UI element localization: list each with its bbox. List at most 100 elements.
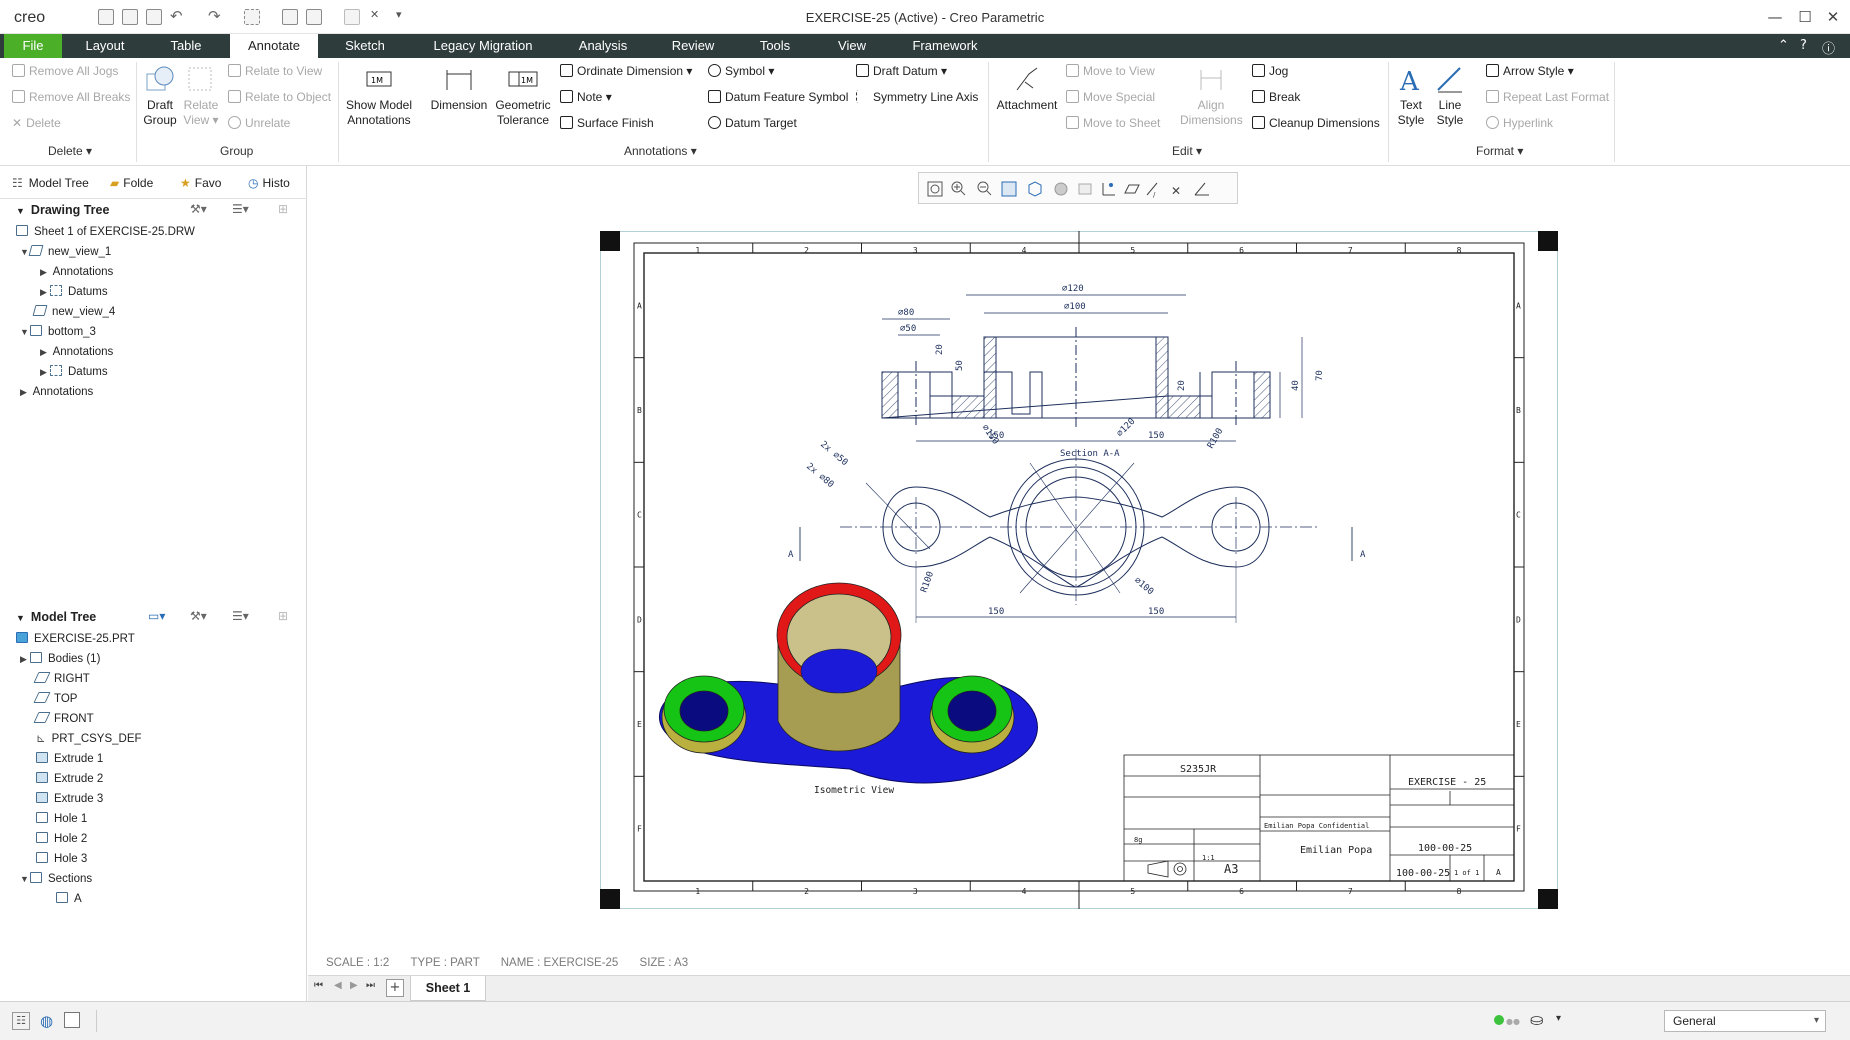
first-sheet-icon[interactable]: ⏮ xyxy=(314,980,323,991)
csys-display-icon[interactable] xyxy=(1102,183,1115,196)
dim-text[interactable]: ⌀80 xyxy=(898,308,914,318)
surface-finish-button[interactable]: Surface Finish xyxy=(560,116,654,130)
tab-favorites[interactable]: ★ Favo xyxy=(180,172,221,194)
collapse-ribbon-icon[interactable]: ⌃ xyxy=(1778,38,1789,53)
tree-item-datums[interactable]: ▶ Datums xyxy=(40,363,108,381)
datum-display-icon[interactable] xyxy=(1078,183,1092,195)
tree-columns-icon[interactable]: ☰▾ xyxy=(232,202,249,216)
geometric-tolerance-button[interactable]: 1M Geometric Tolerance xyxy=(494,64,552,128)
tree-item-annotations[interactable]: ▶ Annotations xyxy=(20,383,93,401)
tab-sketch[interactable]: Sketch xyxy=(334,34,396,58)
tree-settings-icon[interactable]: ⚒▾ xyxy=(190,609,207,623)
drawing-sheet[interactable]: 1 1 2 2 3 3 4 4 5 5 6 6 7 7 8 8 A A B B C C D D E E F F ⌀120 ⌀100 ⌀… xyxy=(600,231,1558,909)
tree-item-part[interactable]: EXERCISE-25.PRT xyxy=(16,630,135,648)
dim-text[interactable]: 50 xyxy=(955,360,965,371)
hyperlink-button[interactable]: Hyperlink xyxy=(1486,116,1553,130)
datum-feature-symbol-button[interactable]: Datum Feature Symbol xyxy=(708,90,848,104)
tree-item-extrude-2[interactable]: Extrude 2 xyxy=(36,770,103,788)
show-browser-icon[interactable]: ◍ xyxy=(40,1012,53,1030)
dimension-button[interactable]: Dimension xyxy=(428,64,490,113)
tab-review[interactable]: Review xyxy=(658,34,728,58)
tab-annotate[interactable]: Annotate xyxy=(230,34,318,58)
delete-group-label[interactable]: Delete ▾ xyxy=(48,144,92,158)
tree-item-sheet[interactable]: Sheet 1 of EXERCISE-25.DRW xyxy=(16,223,195,241)
sheet-size-value[interactable]: A3 xyxy=(1224,862,1238,876)
find-icon[interactable]: ⛀ xyxy=(1530,1010,1543,1029)
help-icon[interactable]: ? xyxy=(1800,38,1807,53)
tree-item-new-view-4[interactable]: new_view_4 xyxy=(32,303,115,321)
break-button[interactable]: Break xyxy=(1252,90,1300,104)
move-to-view-button[interactable]: Move to View xyxy=(1066,64,1155,78)
dim-text[interactable]: ⌀50 xyxy=(900,324,916,334)
tab-sheet-1[interactable]: Sheet 1 xyxy=(410,976,486,1001)
display-style-icon[interactable] xyxy=(1054,182,1068,196)
last-sheet-icon[interactable]: ⏭ xyxy=(366,980,375,991)
section-label[interactable]: Section A-A xyxy=(1060,449,1120,459)
tree-item-annotations[interactable]: ▶ Annotations xyxy=(40,263,113,281)
align-dimensions-button[interactable]: Align Dimensions xyxy=(1180,64,1243,128)
point-display-icon[interactable]: ✕ xyxy=(1171,184,1181,198)
plane-display-icon[interactable] xyxy=(1124,184,1140,194)
confidential-label[interactable]: Emilian Popa Confidential xyxy=(1264,822,1369,830)
sheet-number[interactable]: 1 of 1 xyxy=(1454,869,1479,877)
dim-text[interactable]: 70 xyxy=(1315,370,1325,381)
drawing-number[interactable]: 100-00-25 xyxy=(1396,868,1450,879)
ordinate-dimension-button[interactable]: Ordinate Dimension ▾ xyxy=(560,64,692,78)
mass-value[interactable]: 8g xyxy=(1134,836,1142,844)
model-tree-header[interactable]: ▼ Model Tree xyxy=(16,610,96,624)
zoom-out-icon[interactable] xyxy=(977,181,992,196)
dim-text[interactable]: ⌀100 xyxy=(1064,302,1086,312)
drawing-tree-header[interactable]: ▼ Drawing Tree xyxy=(16,203,109,217)
tree-item-csys[interactable]: ⊾ PRT_CSYS_DEF xyxy=(36,730,142,748)
material-value[interactable]: S235JR xyxy=(1180,764,1217,775)
delete-button[interactable]: ✕ Delete xyxy=(12,116,61,130)
tree-item-bodies[interactable]: ▶ Bodies (1) xyxy=(20,650,100,668)
tab-file[interactable]: File xyxy=(4,34,62,58)
relate-view-button[interactable]: Relate View ▾ xyxy=(182,64,220,128)
minimize-icon[interactable]: — xyxy=(1760,6,1790,28)
section-arrow-label[interactable]: A xyxy=(788,550,794,560)
tree-filter-icon[interactable]: ⊞ xyxy=(278,202,288,216)
section-arrow-label[interactable]: A xyxy=(1360,550,1366,560)
datum-target-button[interactable]: Datum Target xyxy=(708,116,797,130)
text-style-button[interactable]: A Text Style xyxy=(1392,64,1430,128)
tree-settings-icon[interactable]: ⚒▾ xyxy=(190,202,207,216)
tab-view[interactable]: View xyxy=(822,34,882,58)
tab-framework[interactable]: Framework xyxy=(900,34,990,58)
repaint-icon[interactable] xyxy=(1001,181,1017,197)
tree-item-extrude-1[interactable]: Extrude 1 xyxy=(36,750,103,768)
saved-orientations-icon[interactable] xyxy=(1028,181,1042,197)
tree-item-annotations[interactable]: ▶ Annotations xyxy=(40,343,113,361)
dim-text[interactable]: 150 xyxy=(1148,607,1164,617)
move-special-button[interactable]: Move Special xyxy=(1066,90,1155,104)
repeat-last-format-button[interactable]: Repeat Last Format xyxy=(1486,90,1609,104)
tree-item-extrude-3[interactable]: Extrude 3 xyxy=(36,790,103,808)
revision-value[interactable]: A xyxy=(1496,868,1501,877)
close-icon[interactable]: ✕ xyxy=(1818,6,1848,28)
full-screen-icon[interactable] xyxy=(64,1012,80,1028)
tree-item-hole-1[interactable]: Hole 1 xyxy=(36,810,87,828)
add-sheet-button[interactable]: + xyxy=(386,979,404,997)
zoom-in-icon[interactable] xyxy=(951,181,966,196)
tree-item-front-plane[interactable]: FRONT xyxy=(33,710,94,728)
format-group-label[interactable]: Format ▾ xyxy=(1476,144,1523,158)
symbol-button[interactable]: Symbol ▾ xyxy=(708,64,774,78)
axis-display-icon[interactable]: / xyxy=(1146,182,1158,199)
show-model-annotations-button[interactable]: 1M Show Model Annotations xyxy=(342,64,416,128)
dim-text[interactable]: 20 xyxy=(935,344,945,355)
move-to-sheet-button[interactable]: Move to Sheet xyxy=(1066,116,1160,130)
tab-analysis[interactable]: Analysis xyxy=(568,34,638,58)
regeneration-status-icon[interactable] xyxy=(1494,1015,1504,1025)
tree-filter-icon[interactable]: ⊞ xyxy=(278,609,288,623)
line-style-button[interactable]: Line Style xyxy=(1432,64,1468,128)
remove-all-jogs-button[interactable]: Remove All Jogs xyxy=(12,64,118,78)
model-display-icon[interactable]: ▭▾ xyxy=(148,609,165,623)
scale-value[interactable]: 1:1 xyxy=(1202,854,1215,862)
selection-filter-dropdown[interactable]: General ▾ xyxy=(1664,1010,1826,1032)
draft-group-button[interactable]: Draft Group xyxy=(140,64,180,128)
info-icon[interactable]: ⓘ xyxy=(1822,38,1835,57)
cleanup-dimensions-button[interactable]: Cleanup Dimensions xyxy=(1252,116,1380,130)
symmetry-line-axis-button[interactable]: Symmetry Line Axis xyxy=(856,90,978,104)
tree-item-new-view-1[interactable]: ▼ new_view_1 xyxy=(20,243,111,261)
dim-text[interactable]: 150 xyxy=(1148,431,1164,441)
